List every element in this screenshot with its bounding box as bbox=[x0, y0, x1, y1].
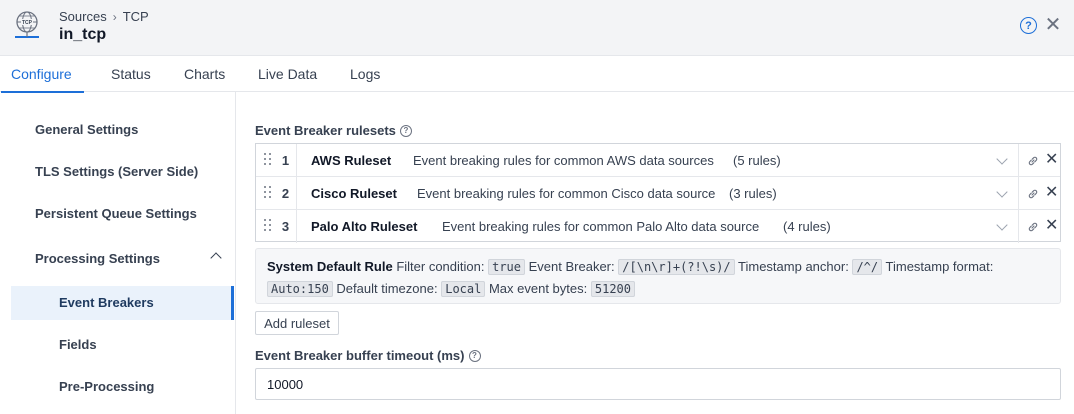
sidebar-item-label: Event Breakers bbox=[59, 295, 154, 310]
sidebar-item-label: Fields bbox=[59, 337, 97, 352]
system-default-title: System Default Rule bbox=[267, 259, 393, 274]
sidebar-item-tls-settings[interactable]: TLS Settings (Server Side) bbox=[11, 155, 234, 189]
tab-charts[interactable]: Charts bbox=[184, 56, 225, 92]
chevron-up-icon bbox=[210, 252, 222, 264]
buffer-timeout-input[interactable] bbox=[255, 368, 1061, 400]
sidebar-item-pre-processing[interactable]: Pre-Processing bbox=[11, 370, 234, 404]
ruleset-number: 3 bbox=[275, 210, 297, 243]
page-title: in_tcp bbox=[59, 26, 107, 43]
ruleset-rule-count: (5 rules) bbox=[733, 153, 781, 168]
max-event-bytes-value: 51200 bbox=[590, 281, 635, 297]
event-breaker-label: Event Breaker: bbox=[528, 259, 615, 274]
close-icon[interactable]: ✕ bbox=[1044, 14, 1062, 36]
sidebar-item-label: Pre-Processing bbox=[59, 379, 155, 394]
link-icon[interactable] bbox=[1027, 221, 1039, 233]
ruleset-actions: ✕ bbox=[1018, 144, 1060, 177]
ruleset-number: 1 bbox=[275, 144, 297, 177]
remove-icon[interactable]: ✕ bbox=[1045, 150, 1058, 170]
drag-handle-icon[interactable] bbox=[264, 219, 272, 233]
help-icon[interactable]: ? bbox=[399, 124, 412, 137]
breadcrumb-sources[interactable]: Sources bbox=[59, 9, 107, 24]
rulesets-table: 1 AWS Ruleset Event breaking rules for c… bbox=[255, 143, 1061, 243]
default-timezone-value: Local bbox=[441, 281, 486, 297]
ruleset-rule-count: (4 rules) bbox=[783, 219, 831, 234]
filter-condition-label: Filter condition: bbox=[396, 259, 485, 274]
tab-status[interactable]: Status bbox=[111, 56, 151, 92]
ruleset-row: 2 Cisco Ruleset Event breaking rules for… bbox=[256, 177, 1060, 210]
max-event-bytes-label: Max event bytes: bbox=[488, 281, 588, 296]
timeout-section-label: Event Breaker buffer timeout (ms) ? bbox=[255, 348, 481, 363]
breadcrumb: Sources › TCP bbox=[59, 9, 149, 24]
tab-configure[interactable]: Configure bbox=[1, 56, 84, 93]
tcp-globe-icon: TCP bbox=[15, 11, 39, 38]
default-timezone-label: Default timezone: bbox=[336, 281, 438, 296]
link-icon[interactable] bbox=[1027, 155, 1039, 167]
breadcrumb-tcp[interactable]: TCP bbox=[123, 9, 149, 24]
chevron-down-icon[interactable] bbox=[996, 219, 1008, 231]
sidebar-item-processing-settings[interactable]: Processing Settings bbox=[11, 242, 234, 276]
ruleset-row: 1 AWS Ruleset Event breaking rules for c… bbox=[256, 144, 1060, 177]
sidebar-item-label: TLS Settings (Server Side) bbox=[35, 164, 199, 179]
drag-handle-icon[interactable] bbox=[264, 186, 272, 200]
ruleset-name: Palo Alto Ruleset bbox=[311, 219, 418, 234]
timestamp-anchor-label: Timestamp anchor: bbox=[738, 259, 849, 274]
timestamp-format-label: Timestamp format: bbox=[885, 259, 994, 274]
sidebar-item-fields[interactable]: Fields bbox=[11, 328, 234, 362]
sidebar-item-persistent-queue[interactable]: Persistent Queue Settings bbox=[11, 197, 234, 231]
svg-text:TCP: TCP bbox=[22, 20, 33, 26]
remove-icon[interactable]: ✕ bbox=[1045, 183, 1058, 203]
ruleset-number: 2 bbox=[275, 177, 297, 210]
rulesets-section-label: Event Breaker rulesets ? bbox=[255, 123, 412, 138]
ruleset-name: Cisco Ruleset bbox=[311, 186, 397, 201]
help-icon[interactable]: ? bbox=[468, 349, 481, 362]
timeout-label-text: Event Breaker buffer timeout (ms) bbox=[255, 348, 465, 363]
ruleset-row: 3 Palo Alto Ruleset Event breaking rules… bbox=[256, 210, 1060, 243]
ruleset-description: Event breaking rules for common AWS data… bbox=[413, 153, 714, 168]
breadcrumb-separator: › bbox=[112, 9, 117, 24]
timestamp-anchor-value: /^/ bbox=[852, 259, 883, 275]
add-ruleset-button[interactable]: Add ruleset bbox=[255, 311, 339, 335]
sidebar-item-event-breakers[interactable]: Event Breakers bbox=[11, 286, 234, 320]
sidebar-item-label: Processing Settings bbox=[35, 251, 160, 266]
rulesets-label-text: Event Breaker rulesets bbox=[255, 123, 396, 138]
ruleset-description: Event breaking rules for common Palo Alt… bbox=[442, 219, 760, 234]
ruleset-rule-count: (3 rules) bbox=[729, 186, 777, 201]
sidebar-item-general-settings[interactable]: General Settings bbox=[11, 113, 234, 147]
system-default-rule: System Default Rule Filter condition: tr… bbox=[255, 248, 1061, 304]
chevron-down-icon[interactable] bbox=[996, 153, 1008, 165]
ruleset-name: AWS Ruleset bbox=[311, 153, 392, 168]
link-icon[interactable] bbox=[1027, 188, 1039, 200]
tab-logs[interactable]: Logs bbox=[350, 56, 380, 92]
drag-handle-icon[interactable] bbox=[264, 153, 272, 167]
tab-bar: Configure Status Charts Live Data Logs bbox=[0, 56, 1074, 93]
tab-live-data[interactable]: Live Data bbox=[258, 56, 317, 92]
timestamp-format-value: Auto:150 bbox=[267, 281, 333, 297]
ruleset-actions: ✕ bbox=[1018, 177, 1060, 210]
event-breaker-value: /[\n\r]+(?!\s)/ bbox=[618, 259, 735, 275]
sidebar-item-label: Persistent Queue Settings bbox=[35, 206, 197, 221]
remove-icon[interactable]: ✕ bbox=[1045, 216, 1058, 236]
sidebar-item-label: General Settings bbox=[35, 122, 139, 137]
help-icon[interactable]: ? bbox=[1020, 17, 1037, 34]
filter-condition-value: true bbox=[488, 259, 526, 275]
ruleset-actions: ✕ bbox=[1018, 210, 1060, 243]
ruleset-description: Event breaking rules for common Cisco da… bbox=[417, 186, 716, 201]
chevron-down-icon[interactable] bbox=[996, 186, 1008, 198]
header: TCP Sources › TCP in_tcp ? ✕ bbox=[0, 0, 1074, 56]
